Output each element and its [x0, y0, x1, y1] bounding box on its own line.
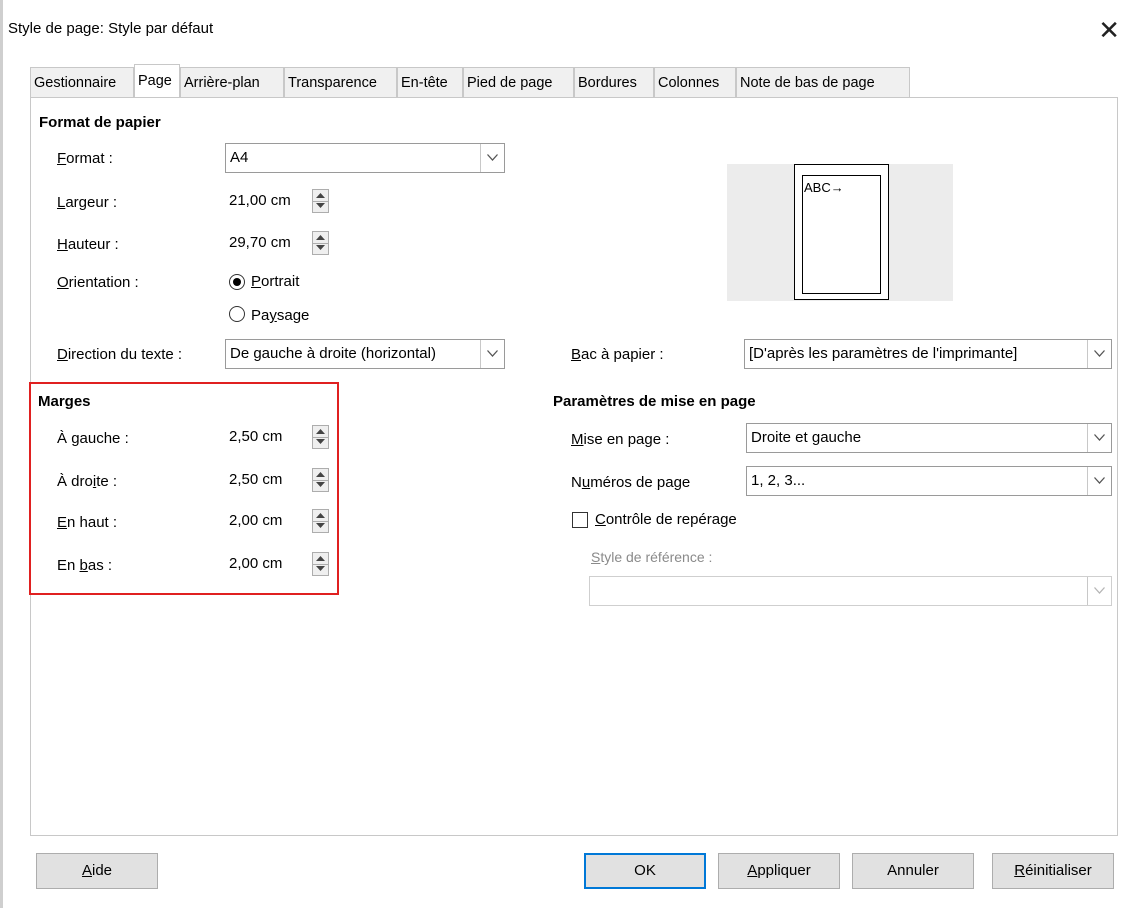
text-direction-label: Direction du texte : — [57, 346, 183, 363]
apply-button[interactable]: Appliquer — [718, 853, 840, 889]
paper-tray-label: Bac à papier : — [571, 346, 664, 363]
page-numbers-value: 1, 2, 3... — [751, 472, 806, 489]
window-title: Style de page: Style par défaut — [8, 20, 214, 37]
reset-button[interactable]: Réinitialiser — [992, 853, 1114, 889]
orientation-label: Orientation : — [57, 274, 139, 291]
spin-down-icon[interactable] — [316, 566, 325, 571]
format-value: A4 — [230, 149, 249, 166]
chevron-down-icon[interactable] — [1087, 424, 1111, 452]
chevron-down-icon[interactable] — [480, 144, 504, 172]
spin-down-icon[interactable] — [316, 482, 325, 487]
page-numbers-label: Numéros de page — [571, 474, 691, 491]
margin-right-stepper[interactable] — [312, 468, 329, 492]
chevron-down-icon[interactable] — [1087, 467, 1111, 495]
margin-left-spinbox[interactable]: 2,50 cm — [226, 423, 334, 453]
paper-tray-value: [D'après les paramètres de l'imprimante] — [749, 345, 1018, 362]
help-button[interactable]: Aide — [36, 853, 158, 889]
margin-bottom-label: En bas : — [57, 557, 113, 574]
close-icon[interactable]: ✕ — [1098, 12, 1120, 48]
chevron-down-icon — [1087, 577, 1111, 605]
width-stepper[interactable] — [312, 189, 329, 213]
chevron-down-icon[interactable] — [480, 340, 504, 368]
format-select[interactable]: A4 — [225, 143, 505, 173]
ok-button[interactable]: OK — [584, 853, 706, 889]
page-numbers-select[interactable]: 1, 2, 3... — [746, 466, 1112, 496]
width-label: Largeur : — [57, 194, 118, 211]
cancel-button[interactable]: Annuler — [852, 853, 974, 889]
tab-bordures[interactable]: Bordures — [574, 67, 654, 97]
margin-right-spinbox[interactable]: 2,50 cm — [226, 466, 334, 496]
tab-colonnes[interactable]: Colonnes — [654, 67, 736, 97]
preview-margin-box: ABC→ — [802, 175, 881, 294]
spin-down-icon[interactable] — [316, 523, 325, 528]
text-direction-value: De gauche à droite (horizontal) — [230, 345, 436, 362]
landscape-radio[interactable] — [229, 306, 245, 322]
tab-pied-de-page[interactable]: Pied de page — [463, 67, 574, 97]
height-value[interactable]: 29,70 cm — [229, 234, 291, 251]
tab-transparence[interactable]: Transparence — [284, 67, 397, 97]
paper-format-header: Format de papier — [39, 114, 161, 131]
landscape-label[interactable]: Paysage — [251, 307, 309, 324]
tab-note-de-bas-de-page[interactable]: Note de bas de page — [736, 67, 910, 97]
margin-top-value[interactable]: 2,00 cm — [229, 512, 282, 529]
page-layout-value: Droite et gauche — [751, 429, 862, 446]
margin-top-spinbox[interactable]: 2,00 cm — [226, 507, 334, 537]
preview-text: ABC→ — [804, 180, 844, 195]
page-style-dialog: Style de page: Style par défaut ✕ Gestio… — [0, 0, 1138, 908]
width-value[interactable]: 21,00 cm — [229, 192, 291, 209]
spin-up-icon[interactable] — [316, 472, 325, 477]
height-label: Hauteur : — [57, 236, 119, 253]
page-layout-label: Mise en page : — [571, 431, 670, 448]
spin-down-icon[interactable] — [316, 203, 325, 208]
spin-up-icon[interactable] — [316, 513, 325, 518]
margin-bottom-value[interactable]: 2,00 cm — [229, 555, 282, 572]
window-edge — [0, 0, 3, 908]
spin-up-icon[interactable] — [316, 193, 325, 198]
spin-up-icon[interactable] — [316, 556, 325, 561]
margin-left-stepper[interactable] — [312, 425, 329, 449]
page-preview: ABC→ — [727, 164, 953, 301]
title-bar: Style de page: Style par défaut ✕ — [6, 14, 1132, 50]
margin-right-label: À droite : — [57, 473, 118, 490]
margin-bottom-spinbox[interactable]: 2,00 cm — [226, 550, 334, 580]
margin-top-stepper[interactable] — [312, 509, 329, 533]
spin-up-icon[interactable] — [316, 235, 325, 240]
reference-style-select[interactable] — [589, 576, 1112, 606]
margin-top-label: En haut : — [57, 514, 118, 531]
height-spinbox[interactable]: 29,70 cm — [226, 229, 334, 259]
format-label: Format : — [57, 150, 113, 167]
spin-up-icon[interactable] — [316, 429, 325, 434]
spin-down-icon[interactable] — [316, 439, 325, 444]
page-layout-select[interactable]: Droite et gauche — [746, 423, 1112, 453]
margin-left-label: À gauche : — [57, 430, 129, 447]
margin-bottom-stepper[interactable] — [312, 552, 329, 576]
register-true-checkbox[interactable] — [572, 512, 588, 528]
layout-settings-header: Paramètres de mise en page — [553, 393, 756, 410]
margin-right-value[interactable]: 2,50 cm — [229, 471, 282, 488]
spin-down-icon[interactable] — [316, 245, 325, 250]
register-true-label[interactable]: Contrôle de repérage — [595, 511, 737, 528]
tab-en-tete[interactable]: En-tête — [397, 67, 463, 97]
tab-gestionnaire[interactable]: Gestionnaire — [30, 67, 134, 97]
reference-style-label: Style de référence : — [591, 549, 713, 565]
margin-left-value[interactable]: 2,50 cm — [229, 428, 282, 445]
tab-page[interactable]: Page — [134, 64, 180, 97]
height-stepper[interactable] — [312, 231, 329, 255]
chevron-down-icon[interactable] — [1087, 340, 1111, 368]
tab-arriere-plan[interactable]: Arrière-plan — [180, 67, 284, 97]
text-direction-select[interactable]: De gauche à droite (horizontal) — [225, 339, 505, 369]
preview-page: ABC→ — [794, 164, 889, 300]
margins-header: Marges — [38, 393, 91, 410]
portrait-label[interactable]: Portrait — [251, 273, 299, 290]
paper-tray-select[interactable]: [D'après les paramètres de l'imprimante] — [744, 339, 1112, 369]
portrait-radio[interactable] — [229, 274, 245, 290]
width-spinbox[interactable]: 21,00 cm — [226, 187, 334, 217]
